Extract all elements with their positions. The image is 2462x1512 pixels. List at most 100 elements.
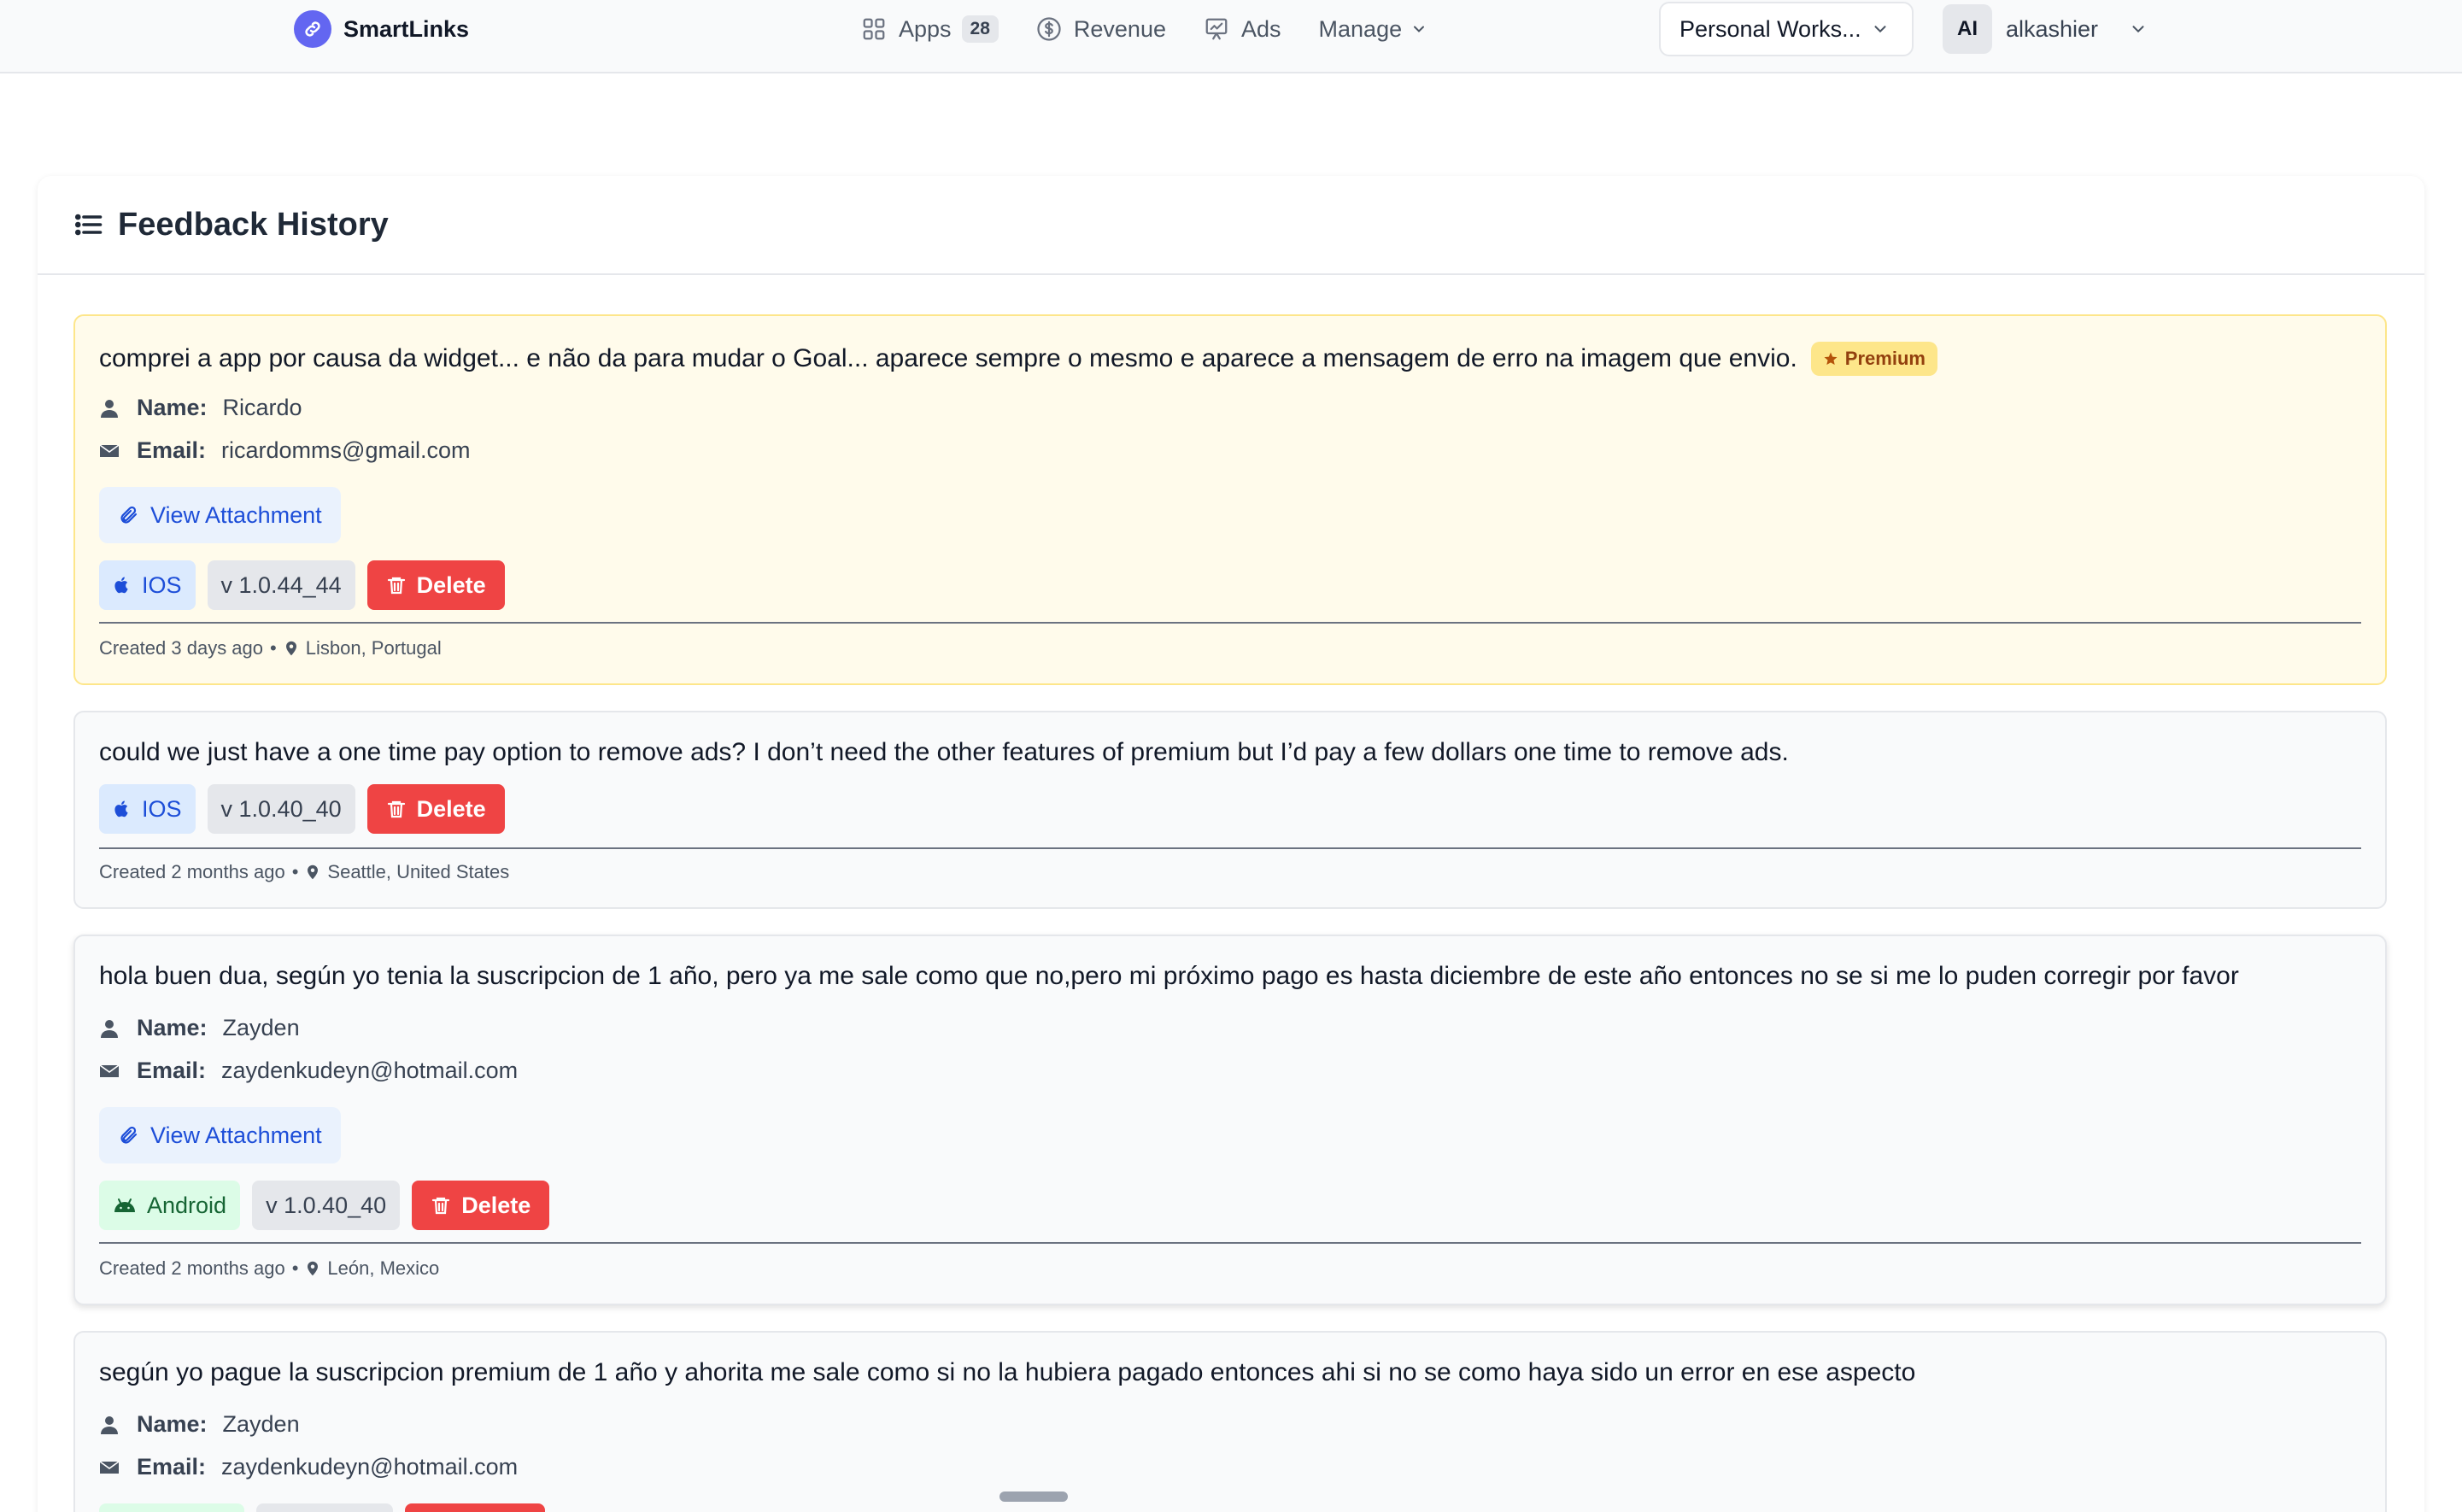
nav-ads[interactable]: Ads [1204, 16, 1281, 43]
email-value: ricardomms@gmail.com [221, 437, 471, 463]
email-label: Email: [137, 437, 207, 463]
delete-label: Delete [416, 795, 486, 822]
location: Seattle, United States [327, 861, 510, 882]
mail-icon [99, 1064, 120, 1077]
brand[interactable]: SmartLinks [294, 10, 469, 48]
location: Lisbon, Portugal [305, 637, 442, 659]
created-time: Created 2 months ago [99, 1257, 285, 1279]
created-time: Created 3 days ago [99, 637, 264, 659]
name-label: Name: [137, 1015, 208, 1040]
workspace-name: Personal Works... [1679, 15, 1861, 42]
email-label: Email: [137, 1454, 207, 1480]
feedback-message: comprei a app por causa da widget... e n… [99, 344, 1797, 372]
email-label: Email: [137, 1058, 207, 1083]
platform-badge [99, 1503, 244, 1512]
email-value: zaydenkudeyn@hotmail.com [221, 1454, 519, 1480]
chevron-down-icon [2132, 26, 2144, 33]
panel-header: Feedback History [38, 176, 2424, 275]
paperclip-icon [120, 1126, 138, 1144]
list-icon [74, 214, 103, 236]
delete-button[interactable]: Delete [412, 1181, 550, 1230]
separator: • [291, 861, 299, 882]
name-label: Name: [137, 395, 208, 420]
feedback-actions [99, 1503, 557, 1512]
version-badge: v 1.0.44_44 [207, 560, 355, 610]
nav-manage[interactable]: Manage [1319, 16, 1428, 43]
feedback-footer: Created 2 months ago • León, Mexico [99, 1257, 439, 1280]
map-pin-icon [308, 1261, 319, 1276]
user-menu[interactable]: AI alkashier [1943, 3, 2148, 55]
paperclip-icon [120, 506, 138, 524]
user-name: alkashier [2006, 15, 2099, 42]
platform-label: IOS [142, 571, 182, 598]
name-value: Ricardo [222, 395, 302, 420]
user-icon [101, 1415, 118, 1434]
version-badge: v 1.0.40_40 [252, 1181, 401, 1230]
feedback-card: según yo pague la suscripcion premium de… [73, 1331, 2387, 1512]
view-attachment-label: View Attachment [150, 501, 322, 528]
feedback-email: Email: zaydenkudeyn@hotmail.com [99, 1058, 518, 1084]
feedback-card: could we just have a one time pay option… [73, 711, 2387, 909]
main-nav: Apps 28 Revenue Ads Manage [861, 10, 1465, 48]
name-value: Zayden [222, 1015, 300, 1040]
delete-label: Delete [416, 571, 486, 598]
page-title: Feedback History [118, 206, 389, 243]
feedback-card: hola buen dua, según yo tenia la suscrip… [73, 935, 2387, 1305]
delete-button[interactable]: Delete [366, 560, 505, 610]
divider [99, 847, 2361, 849]
star-icon [1824, 352, 1838, 366]
nav-revenue[interactable]: Revenue [1036, 16, 1166, 43]
feedback-name: Name: Zayden [99, 1015, 300, 1041]
map-pin-icon [308, 864, 319, 880]
nav-apps-label: Apps [899, 15, 952, 42]
apple-icon [114, 800, 128, 818]
divider [99, 1242, 2361, 1244]
platform-badge: IOS [99, 784, 196, 834]
delete-button[interactable]: Delete [366, 784, 505, 834]
separator: • [291, 1257, 299, 1279]
trash-icon [387, 800, 405, 818]
premium-label: Premium [1844, 348, 1926, 369]
view-attachment-button[interactable]: View Attachment [99, 1107, 341, 1163]
view-attachment-label: View Attachment [150, 1122, 322, 1148]
view-attachment-button[interactable]: View Attachment [99, 487, 341, 543]
trash-icon [432, 1197, 450, 1215]
link-icon [294, 10, 331, 48]
attachment-row: View Attachment [99, 487, 341, 543]
name-value: Zayden [222, 1411, 300, 1437]
scroll-indicator[interactable] [999, 1491, 1068, 1502]
nav-apps[interactable]: Apps 28 [861, 15, 999, 43]
feedback-card: comprei a app por causa da widget... e n… [73, 314, 2387, 685]
feedback-footer: Created 3 days ago • Lisbon, Portugal [99, 637, 442, 659]
feedback-email: Email: ricardomms@gmail.com [99, 437, 470, 464]
feedback-name: Name: Ricardo [99, 395, 302, 421]
email-value: zaydenkudeyn@hotmail.com [221, 1058, 519, 1083]
feedback-email: Email: zaydenkudeyn@hotmail.com [99, 1454, 518, 1480]
feedback-message-row: could we just have a one time pay option… [99, 738, 1789, 767]
top-navigation: SmartLinks Apps 28 Revenue Ads Manage Pe… [0, 0, 2462, 73]
delete-button[interactable] [405, 1503, 545, 1512]
apps-count-badge: 28 [961, 15, 999, 43]
nav-manage-label: Manage [1318, 15, 1403, 42]
nav-ads-label: Ads [1241, 15, 1281, 42]
attachment-row: View Attachment [99, 1107, 341, 1163]
version-badge: v 1.0.40_40 [207, 784, 355, 834]
feedback-name: Name: Zayden [99, 1411, 300, 1438]
workspace-selector[interactable]: Personal Works... [1659, 2, 1914, 56]
created-time: Created 2 months ago [99, 861, 285, 882]
apple-icon [114, 577, 128, 594]
feedback-message-row: según yo pague la suscripcion premium de… [99, 1358, 1915, 1387]
map-pin-icon [285, 641, 296, 656]
feedback-message-row: hola buen dua, según yo tenia la suscrip… [99, 962, 2239, 991]
divider [99, 622, 2361, 624]
mail-icon [99, 443, 120, 457]
avatar: AI [1943, 4, 1992, 54]
android-icon [114, 1198, 135, 1212]
feedback-message: could we just have a one time pay option… [99, 738, 1789, 766]
name-label: Name: [137, 1411, 208, 1437]
feedback-actions: Android v 1.0.40_40 Delete [99, 1181, 561, 1230]
chevron-down-icon [1414, 26, 1425, 32]
chevron-down-icon [1874, 26, 1886, 33]
platform-label: IOS [142, 795, 182, 822]
location: León, Mexico [327, 1257, 440, 1279]
